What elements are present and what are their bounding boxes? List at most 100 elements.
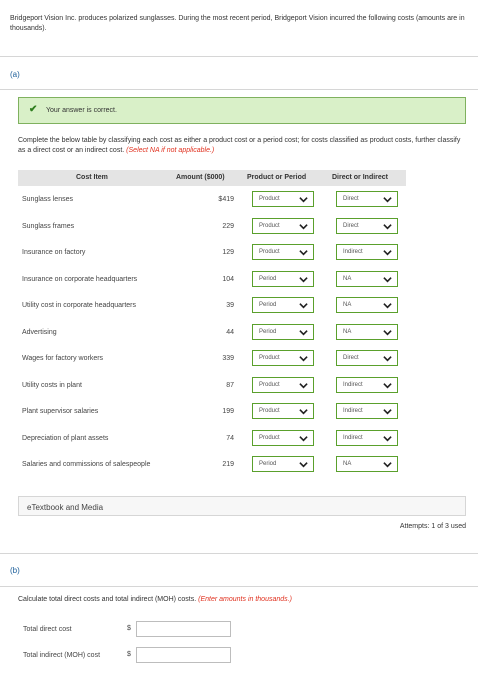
chevron-down-icon xyxy=(383,195,392,204)
table-row: Wages for factory workers 339 Product Direc… xyxy=(18,345,408,372)
product-period-value: Period xyxy=(259,328,277,335)
chevron-down-icon xyxy=(383,301,392,310)
amount-value: 129 xyxy=(222,249,234,256)
product-period-select[interactable]: Period xyxy=(252,297,314,313)
part-b-instructions-text: Calculate total direct costs and total i… xyxy=(18,596,197,603)
product-period-value: Period xyxy=(259,275,277,282)
currency-symbol: $ xyxy=(127,651,131,658)
header-direct-indirect: Direct or Indirect xyxy=(332,174,389,181)
direct-indirect-value: Direct xyxy=(343,222,359,229)
currency-symbol: $ xyxy=(127,625,131,632)
product-period-select[interactable]: Product xyxy=(252,217,314,234)
table-row: Advertising 44 Period NA xyxy=(18,319,408,346)
part-a-instructions: Complete the below table by classifying … xyxy=(18,136,468,156)
chevron-down-icon xyxy=(383,354,392,363)
product-period-select[interactable]: Product xyxy=(252,350,314,366)
part-b-divider xyxy=(0,586,478,587)
table-row: Depreciation of plant assets 74 Product Ind… xyxy=(18,425,408,452)
part-b-header: (b) xyxy=(0,553,478,586)
product-period-value: Product xyxy=(259,222,280,229)
total-direct-cost-input[interactable] xyxy=(136,621,231,637)
etextbook-link[interactable]: eTextbook and Media xyxy=(27,503,103,512)
part-b-instructions: Calculate total direct costs and total i… xyxy=(18,596,292,603)
cost-item-label: Plant supervisor salaries xyxy=(22,408,99,415)
direct-indirect-value: Indirect xyxy=(343,249,363,255)
product-period-value: Product xyxy=(259,355,280,361)
direct-indirect-select[interactable]: Indirect xyxy=(336,403,398,419)
table-row: Insurance on factory 129 Product Indirect xyxy=(18,239,408,266)
direct-indirect-select[interactable]: Indirect xyxy=(336,429,398,446)
table-row: Insurance on corporate headquarters 104 Pe… xyxy=(18,266,408,293)
table-row: Sunglass lenses $419 Product Direct xyxy=(18,186,408,213)
amount-value: 219 xyxy=(222,461,234,468)
direct-indirect-value: Direct xyxy=(343,196,359,202)
direct-indirect-value: Indirect xyxy=(343,408,363,414)
product-period-select[interactable]: Product xyxy=(252,191,314,207)
direct-indirect-select[interactable]: Direct xyxy=(336,217,398,234)
amount-value: 229 xyxy=(222,222,234,230)
problem-intro: Bridgeport Vision Inc. produces polarize… xyxy=(10,15,465,32)
direct-indirect-select[interactable]: NA xyxy=(336,297,398,313)
direct-indirect-value: Indirect xyxy=(343,381,363,388)
check-icon: ✔ xyxy=(29,104,38,115)
product-period-value: Period xyxy=(259,461,277,467)
attempts-counter: Attempts: 1 of 3 used xyxy=(399,523,466,530)
direct-indirect-value: Direct xyxy=(343,355,359,361)
total-indirect-cost-label: Total indirect (MOH) cost xyxy=(23,652,101,659)
part-a-label: (a) xyxy=(10,70,20,79)
chevron-down-icon xyxy=(299,328,308,337)
product-period-select[interactable]: Period xyxy=(252,456,314,472)
chevron-down-icon xyxy=(299,248,308,257)
direct-indirect-select[interactable]: NA xyxy=(336,270,398,287)
cost-item-label: Depreciation of plant assets xyxy=(22,434,109,442)
direct-indirect-select[interactable]: NA xyxy=(336,323,398,340)
product-period-select[interactable]: Product xyxy=(252,429,314,446)
direct-indirect-select[interactable]: NA xyxy=(336,456,398,472)
cost-item-label: Salaries and commissions of salespeople xyxy=(22,461,151,468)
chevron-down-icon xyxy=(383,381,392,390)
product-period-select[interactable]: Product xyxy=(252,376,314,393)
amount-value: 87 xyxy=(226,381,234,389)
direct-indirect-value: NA xyxy=(343,461,352,467)
product-period-value: Product xyxy=(259,408,280,414)
cost-item-label: Sunglass frames xyxy=(22,222,75,230)
cost-item-label: Advertising xyxy=(22,328,57,336)
product-period-value: Period xyxy=(259,302,277,308)
chevron-down-icon xyxy=(383,275,392,284)
cost-item-label: Insurance on corporate headquarters xyxy=(22,275,138,283)
header-amount: Amount ($000) xyxy=(176,174,225,181)
part-a-header: (a) xyxy=(0,56,478,89)
instructions-note: (Select NA if not applicable.) xyxy=(126,147,215,154)
part-b-instructions-note: (Enter amounts in thousands.) xyxy=(198,596,292,603)
total-indirect-cost-input[interactable] xyxy=(136,647,231,663)
correct-feedback-banner: ✔ Your answer is correct. xyxy=(18,97,466,124)
cost-item-label: Utility cost in corporate headquarters xyxy=(22,302,136,309)
etextbook-media-panel[interactable]: eTextbook and Media xyxy=(18,496,466,516)
chevron-down-icon xyxy=(299,434,308,443)
direct-indirect-select[interactable]: Direct xyxy=(336,191,398,207)
product-period-select[interactable]: Product xyxy=(252,403,314,419)
total-direct-cost-label: Total direct cost xyxy=(23,626,72,633)
direct-indirect-select[interactable]: Indirect xyxy=(336,244,398,260)
header-product-period: Product or Period xyxy=(247,174,307,181)
table-row: Salaries and commissions of salespeople 2… xyxy=(18,451,408,478)
cost-item-label: Wages for factory workers xyxy=(22,355,104,362)
direct-indirect-select[interactable]: Indirect xyxy=(336,376,398,393)
chevron-down-icon xyxy=(299,381,308,390)
table-row: Plant supervisor salaries 199 Product Indir… xyxy=(18,398,408,425)
table-header: Cost Item Amount ($000) Product or Perio… xyxy=(18,170,406,186)
chevron-down-icon xyxy=(383,328,392,337)
direct-indirect-select[interactable]: Direct xyxy=(336,350,398,366)
product-period-value: Product xyxy=(259,196,280,202)
amount-value: $419 xyxy=(218,196,234,203)
chevron-down-icon xyxy=(383,248,392,257)
feedback-text: Your answer is correct. xyxy=(46,107,117,114)
product-period-select[interactable]: Period xyxy=(252,323,314,340)
chevron-down-icon xyxy=(383,460,392,469)
chevron-down-icon xyxy=(383,407,392,416)
cost-item-label: Insurance on factory xyxy=(22,249,86,256)
chevron-down-icon xyxy=(383,434,392,443)
cost-item-label: Utility costs in plant xyxy=(22,381,82,389)
product-period-select[interactable]: Product xyxy=(252,244,314,260)
product-period-select[interactable]: Period xyxy=(252,270,314,287)
